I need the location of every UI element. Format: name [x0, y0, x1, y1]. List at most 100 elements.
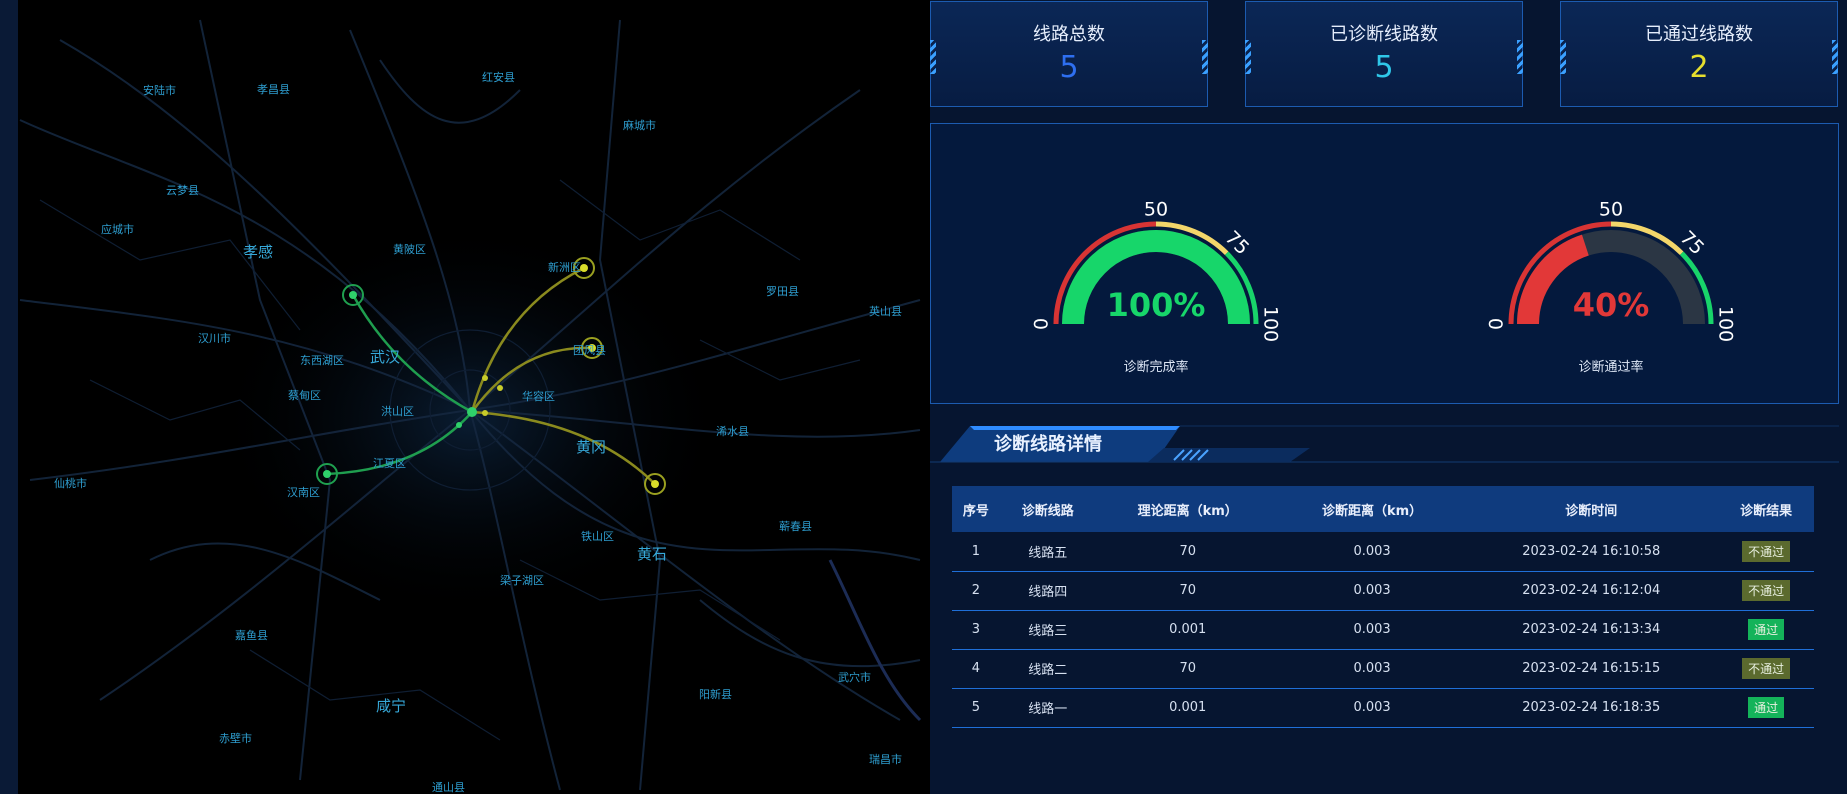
- map-background: [0, 0, 930, 794]
- table-row[interactable]: 1 线路五 70 0.003 2023-02-24 16:10:58 不通过: [952, 532, 1814, 571]
- cell-theory-distance: 0.001: [1169, 622, 1207, 637]
- stat-title: 已诊断线路数: [1330, 24, 1438, 45]
- map-place: 汉川市: [198, 332, 231, 345]
- map-place: 团风县: [573, 344, 606, 357]
- map-place: 麻城市: [623, 119, 656, 132]
- map-place: 洪山区: [381, 405, 414, 418]
- cell-result: 不通过: [1718, 649, 1814, 688]
- map-place: 黄陂区: [393, 243, 426, 256]
- result-badge: 不通过: [1742, 658, 1791, 679]
- map-place: 江夏区: [373, 457, 406, 470]
- map-place: 罗田县: [766, 285, 799, 298]
- map-place: 仙桃市: [54, 477, 87, 490]
- gauge-tick-label: 0: [1031, 318, 1053, 330]
- map-place: 武穴市: [838, 671, 871, 684]
- map-place: 瑞昌市: [869, 753, 902, 766]
- map-place: 武汉: [370, 348, 401, 366]
- map-place: 嘉鱼县: [235, 629, 268, 642]
- map-place: 咸宁: [376, 697, 407, 715]
- result-badge: 不通过: [1742, 580, 1791, 601]
- cell-diagnosed-distance: 0.003: [1353, 661, 1391, 676]
- map-place: 孝昌县: [257, 83, 290, 96]
- stat-card-diagnosed-lines: 已诊断线路数 5: [1245, 1, 1523, 107]
- cell-line: 线路三: [1028, 624, 1068, 639]
- gauge-tick-label: 0: [1486, 318, 1508, 330]
- map-place: 蕲春县: [779, 520, 812, 533]
- cell-time: 2023-02-24 16:18:35: [1522, 700, 1661, 715]
- cell-result: 不通过: [1718, 571, 1814, 610]
- stat-title: 已通过线路数: [1645, 24, 1753, 45]
- col-header: 理论距离（km）: [1137, 503, 1238, 519]
- result-badge: 通过: [1748, 697, 1785, 718]
- map-place: 英山县: [869, 305, 902, 318]
- cell-result: 通过: [1718, 688, 1814, 727]
- dashboard: 安陆市 孝昌县 红安县 麻城市 云梦县 应城市 孝感 黄陂区 新洲区 罗田县 英…: [0, 0, 1847, 794]
- cell-theory-distance: 70: [1179, 661, 1196, 676]
- cell-diagnosed-distance: 0.003: [1353, 583, 1391, 598]
- cell-result: 通过: [1718, 610, 1814, 649]
- stats-panel: 线路总数 5 已诊断线路数 5 已通过线路数 2 0 50 75 100 0 50 75 1…: [930, 0, 1847, 794]
- map-place: 云梦县: [166, 184, 199, 197]
- section-header: 诊断线路详情: [930, 418, 1839, 466]
- cell-line: 线路一: [1028, 702, 1068, 717]
- cell-diagnosed-distance: 0.003: [1353, 700, 1391, 715]
- col-header: 序号: [962, 503, 989, 519]
- table-row[interactable]: 3 线路三 0.001 0.003 2023-02-24 16:13:34 通过: [952, 610, 1814, 649]
- stat-card-total-lines: 线路总数 5: [930, 1, 1208, 107]
- cell-time: 2023-02-24 16:13:34: [1522, 622, 1661, 637]
- gauge-tick-label: 100: [1715, 306, 1737, 342]
- cell-no: 3: [971, 622, 981, 637]
- cell-time: 2023-02-24 16:12:04: [1522, 583, 1661, 598]
- table-row[interactable]: 2 线路四 70 0.003 2023-02-24 16:12:04 不通过: [952, 571, 1814, 610]
- gauge-tick-label: 50: [1599, 199, 1623, 221]
- map-place: 红安县: [482, 71, 515, 84]
- cell-line: 线路五: [1028, 545, 1068, 561]
- table-row[interactable]: 4 线路二 70 0.003 2023-02-24 16:15:15 不通过: [952, 649, 1814, 688]
- map-place: 安陆市: [143, 84, 176, 97]
- map-place: 阳新县: [699, 688, 732, 701]
- cell-theory-distance: 70: [1179, 583, 1196, 598]
- map-place: 梁子湖区: [500, 574, 544, 587]
- col-header: 诊断时间: [1565, 503, 1618, 519]
- cell-no: 1: [971, 543, 981, 559]
- stat-title: 线路总数: [1033, 24, 1105, 45]
- map-place: 黄石: [637, 545, 668, 563]
- cell-no: 5: [971, 700, 981, 715]
- cell-no: 2: [971, 583, 981, 598]
- cell-theory-distance: 0.001: [1169, 700, 1207, 715]
- result-badge: 不通过: [1742, 540, 1791, 562]
- result-badge: 通过: [1748, 619, 1785, 640]
- stat-card-passed-lines: 已通过线路数 2: [1560, 1, 1838, 107]
- cell-theory-distance: 70: [1179, 543, 1196, 559]
- map-place: 孝感: [243, 243, 274, 261]
- gauge-label: 诊断完成率: [1123, 360, 1189, 375]
- table-row[interactable]: 5 线路一 0.001 0.003 2023-02-24 16:18:35 通过: [952, 688, 1814, 727]
- map-place: 铁山区: [581, 530, 614, 543]
- gauge-label: 诊断通过率: [1578, 360, 1644, 375]
- stat-value: 2: [1689, 50, 1709, 85]
- gauge-tick-label: 50: [1144, 199, 1168, 221]
- stat-value: 5: [1059, 50, 1079, 85]
- gauge-panel: 0 50 75 100 0 50 75 100 100% 诊断完成率 40% 诊断通过率: [930, 123, 1839, 404]
- cell-line: 线路四: [1028, 585, 1068, 600]
- col-header: 诊断距离（km）: [1321, 503, 1423, 519]
- route-map[interactable]: 安陆市 孝昌县 红安县 麻城市 云梦县 应城市 孝感 黄陂区 新洲区 罗田县 英…: [0, 0, 930, 794]
- map-place: 汉南区: [287, 486, 320, 499]
- map-place: 应城市: [101, 223, 134, 236]
- cell-no: 4: [971, 661, 981, 676]
- gauges-svg: 05075100 05075100: [1031, 199, 1737, 343]
- cell-time: 2023-02-24 16:15:15: [1522, 661, 1661, 676]
- col-header: 诊断线路: [1021, 503, 1074, 519]
- stat-value: 5: [1374, 50, 1394, 85]
- map-place: 华容区: [522, 390, 555, 403]
- map-place: 东西湖区: [300, 354, 344, 367]
- cell-time: 2023-02-24 16:10:58: [1522, 543, 1661, 559]
- map-left-edge: [0, 0, 18, 794]
- gauge-tick-label: 100: [1260, 306, 1282, 342]
- cell-diagnosed-distance: 0.003: [1353, 543, 1391, 559]
- table-header-row: 序号 诊断线路 理论距离（km） 诊断距离（km） 诊断时间 诊断结果: [952, 486, 1814, 532]
- diagnosis-table: 序号 诊断线路 理论距离（km） 诊断距离（km） 诊断时间 诊断结果 1 线路…: [952, 486, 1814, 728]
- map-place: 新洲区: [548, 261, 581, 274]
- map-place: 通山县: [432, 781, 465, 794]
- cell-line: 线路二: [1028, 663, 1068, 678]
